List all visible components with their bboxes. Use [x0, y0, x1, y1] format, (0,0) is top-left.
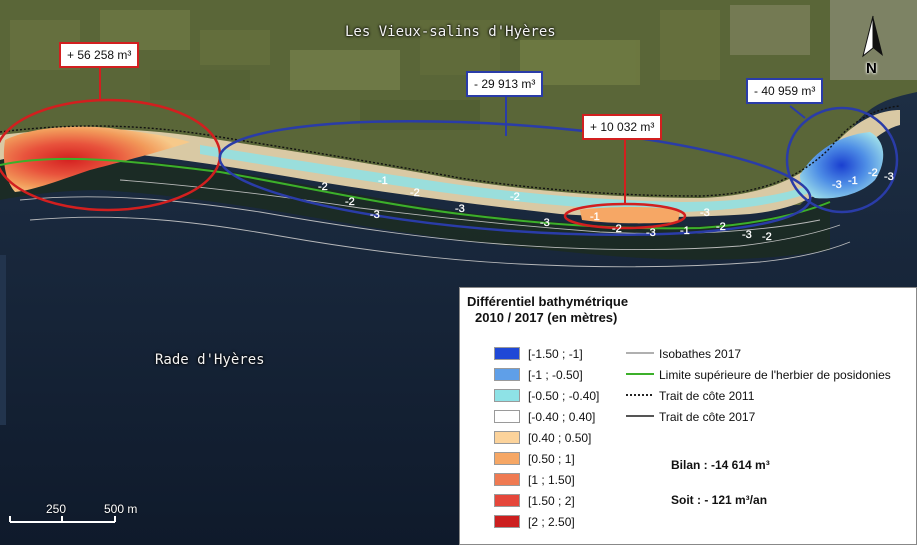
isobath-depth-label: -2	[410, 187, 420, 199]
legend-title-line2: 2010 / 2017 (en mètres)	[475, 310, 618, 325]
isobath-depth-label: -1	[680, 225, 690, 237]
legend-line-label: Trait de côte 2011	[659, 389, 755, 403]
isobath-depth-label: -3	[700, 207, 710, 219]
legend-class-label: [-0.40 ; 0.40]	[528, 410, 596, 424]
legend-swatch	[494, 347, 520, 360]
legend-class-label: [0.40 ; 0.50]	[528, 431, 592, 445]
legend-swatch	[494, 452, 520, 465]
isobath-depth-label: -3	[540, 217, 550, 229]
legend-line-label: Limite supérieure de l'herbier de posido…	[659, 368, 891, 382]
legend-class-label: [-1.50 ; -1]	[528, 347, 583, 361]
annotation-east-volume: - 40 959 m³	[746, 78, 824, 104]
isobath-depth-label: -2	[345, 196, 355, 208]
legend-line-symbol	[626, 394, 654, 396]
isobath-depth-label: -2	[868, 167, 878, 179]
north-label: N	[866, 60, 877, 77]
legend-class-label: [-1 ; -0.50]	[528, 368, 583, 382]
isobath-depth-label: -3	[455, 203, 465, 215]
legend-swatch	[494, 389, 520, 402]
legend-line-symbol	[626, 415, 654, 417]
legend-swatch	[494, 410, 520, 423]
annotation-center-accretion-volume: + 10 032 m³	[582, 114, 663, 140]
isobath-depth-label: -2	[762, 231, 772, 243]
legend-class-label: [1.50 ; 2]	[528, 494, 575, 508]
isobath-depth-label: -2	[510, 191, 520, 203]
isobath-depth-label: -3	[370, 209, 380, 221]
legend-class-label: [2 ; 2.50]	[528, 515, 575, 529]
place-label-vieux-salins: Les Vieux-salins d'Hyères	[345, 24, 556, 40]
scale-label-250: 250	[46, 502, 67, 516]
isobath-depth-label: -2	[612, 223, 622, 235]
legend-swatch	[494, 473, 520, 486]
legend-class-label: [1 ; 1.50]	[528, 473, 575, 487]
isobath-depth-label: -2	[716, 221, 726, 233]
isobath-depth-label: -3	[646, 227, 656, 239]
legend-title-line1: Différentiel bathymétrique	[467, 294, 629, 309]
legend-swatch	[494, 368, 520, 381]
annotation-west-volume: + 56 258 m³	[59, 42, 140, 68]
scale-label-500: 500 m	[104, 502, 138, 516]
legend-swatch	[494, 494, 520, 507]
legend-line-symbol	[626, 373, 654, 375]
legend-soit: Soit : - 121 m³/an	[671, 493, 768, 507]
legend-bilan: Bilan : -14 614 m³	[671, 458, 770, 472]
legend-line-label: Isobathes 2017	[659, 347, 742, 361]
isobath-depth-label: -1	[378, 175, 388, 187]
annotation-central-volume: - 29 913 m³	[466, 71, 544, 97]
legend-class-label: [-0.50 ; -0.40]	[528, 389, 600, 403]
isobath-depth-label: -3	[832, 179, 842, 191]
legend-title: Différentiel bathymétrique 2010 / 2017 (…	[467, 294, 628, 326]
isobath-depth-label: -1	[590, 211, 600, 223]
map-legend: Différentiel bathymétrique 2010 / 2017 (…	[459, 287, 917, 545]
legend-class-label: [0.50 ; 1]	[528, 452, 575, 466]
legend-swatch	[494, 515, 520, 528]
legend-swatch	[494, 431, 520, 444]
legend-line-label: Trait de côte 2017	[659, 410, 756, 424]
legend-line-symbol	[626, 352, 654, 354]
place-label-rade-hyeres: Rade d'Hyères	[155, 352, 265, 368]
isobath-depth-label: -3	[884, 171, 894, 183]
isobath-depth-label: -2	[318, 181, 328, 193]
isobath-depth-label: -3	[742, 229, 752, 241]
isobath-depth-label: -1	[848, 175, 858, 187]
